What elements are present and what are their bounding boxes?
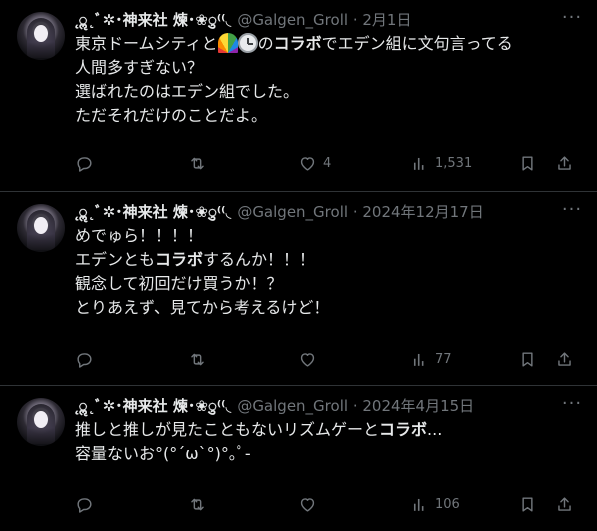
tweet[interactable]: ˛ॢ˛ﾞ✲･神来社 煉･❀ु⁽⁽◟ @Galgen_Groll · 2024年4月… <box>0 386 597 531</box>
tweet-actions: 4 1,531 <box>75 152 583 174</box>
tweet-text-bold: コラボ <box>273 34 322 53</box>
share-icon <box>558 351 571 366</box>
tweet-date[interactable]: 2月1日 <box>362 11 411 29</box>
tweet-text: 推しと推しが見たこともないリズムゲーとコラボ... 容量ないお°(°´ω`°)°… <box>75 418 583 466</box>
views-count: 1,531 <box>435 155 473 171</box>
separator: · <box>352 397 358 415</box>
reply-button[interactable] <box>75 152 100 174</box>
reply-button[interactable] <box>75 348 100 370</box>
views-icon <box>413 353 424 366</box>
bookmark-icon <box>522 351 533 367</box>
tweet-text-bold: コラボ <box>155 250 204 269</box>
handle-meta: @Galgen_Groll · 2024年4月15日 <box>237 397 474 415</box>
bookmark-button[interactable] <box>518 152 537 174</box>
tweet-body: ˛ॢ˛ﾞ✲･神来社 煉･❀ु⁽⁽◟ @Galgen_Groll · 2024年12… <box>75 200 583 320</box>
retweet-button[interactable] <box>188 152 213 174</box>
tweet-text-segment: 東京ドームシティと <box>75 34 218 53</box>
retweet-button[interactable] <box>188 493 213 515</box>
share-button[interactable] <box>555 152 574 174</box>
tweet-text: 東京ドームシティと のコラボでエデン組に文句言ってる 人間多すぎない？ 選ばれたの… <box>75 32 583 128</box>
clock-emoji-icon <box>237 33 258 53</box>
like-icon <box>300 497 315 512</box>
reply-button[interactable] <box>75 493 100 515</box>
like-count: 4 <box>323 155 332 171</box>
tweet-text-segment: の <box>257 34 274 53</box>
tweet-header: ˛ॢ˛ﾞ✲･神来社 煉･❀ु⁽⁽◟ @Galgen_Groll · 2024年12… <box>75 200 583 224</box>
tweet[interactable]: ˛ॢ˛ﾞ✲･神来社 煉･❀ु⁽⁽◟ @Galgen_Groll · 2024年12… <box>0 192 597 386</box>
tweet-actions: 77 <box>75 348 583 370</box>
views-button[interactable]: 1,531 <box>410 152 472 174</box>
tweet-actions: 106 <box>75 493 583 515</box>
tweet-date[interactable]: 2024年4月15日 <box>362 397 474 415</box>
handle[interactable]: @Galgen_Groll <box>237 11 348 29</box>
avatar[interactable] <box>17 204 65 252</box>
reply-icon <box>77 497 92 513</box>
retweet-icon <box>191 353 204 365</box>
share-button[interactable] <box>555 493 574 515</box>
views-icon <box>413 498 424 511</box>
tweet-header: ˛ॢ˛ﾞ✲･神来社 煉･❀ु⁽⁽◟ @Galgen_Groll · 2月1日 ··… <box>75 8 583 32</box>
rainbow-emoji-icon <box>217 33 238 53</box>
avatar[interactable] <box>17 12 65 60</box>
separator: · <box>352 11 358 29</box>
views-count: 106 <box>435 496 460 512</box>
views-icon <box>413 157 424 170</box>
views-count: 77 <box>435 351 452 367</box>
display-name[interactable]: ˛ॢ˛ﾞ✲･神来社 煉･❀ु⁽⁽◟ <box>75 11 231 29</box>
handle[interactable]: @Galgen_Groll <box>237 203 348 221</box>
tweet-body: ˛ॢ˛ﾞ✲･神来社 煉･❀ु⁽⁽◟ @Galgen_Groll · 2024年4月… <box>75 394 583 466</box>
tweet-date[interactable]: 2024年12月17日 <box>362 203 483 221</box>
share-icon <box>558 496 571 511</box>
tweet-text-bold: コラボ <box>379 420 428 439</box>
handle-meta: @Galgen_Groll · 2024年12月17日 <box>237 203 483 221</box>
like-button[interactable] <box>298 493 323 515</box>
bookmark-icon <box>522 155 533 171</box>
bookmark-button[interactable] <box>518 348 537 370</box>
reply-icon <box>77 156 92 172</box>
tweet-body: ˛ॢ˛ﾞ✲･神来社 煉･❀ु⁽⁽◟ @Galgen_Groll · 2月1日 ··… <box>75 8 583 128</box>
reply-icon <box>77 352 92 368</box>
display-name[interactable]: ˛ॢ˛ﾞ✲･神来社 煉･❀ु⁽⁽◟ <box>75 397 231 415</box>
bookmark-icon <box>522 496 533 512</box>
avatar[interactable] <box>17 398 65 446</box>
bookmark-button[interactable] <box>518 493 537 515</box>
timeline-feed: ˛ॢ˛ﾞ✲･神来社 煉･❀ु⁽⁽◟ @Galgen_Groll · 2月1日 ··… <box>0 0 597 531</box>
like-icon <box>300 156 315 171</box>
tweet[interactable]: ˛ॢ˛ﾞ✲･神来社 煉･❀ु⁽⁽◟ @Galgen_Groll · 2月1日 ··… <box>0 0 597 192</box>
handle[interactable]: @Galgen_Groll <box>237 397 348 415</box>
retweet-icon <box>191 157 204 169</box>
more-icon[interactable]: ··· <box>561 394 583 418</box>
views-button[interactable]: 106 <box>410 493 460 515</box>
more-icon[interactable]: ··· <box>561 200 583 224</box>
display-name[interactable]: ˛ॢ˛ﾞ✲･神来社 煉･❀ु⁽⁽◟ <box>75 203 231 221</box>
tweet-text: めでゅら！！！！ エデンともコラボするんか！！！ 観念して初回だけ買うか！？ と… <box>75 224 583 320</box>
tweet-header: ˛ॢ˛ﾞ✲･神来社 煉･❀ु⁽⁽◟ @Galgen_Groll · 2024年4月… <box>75 394 583 418</box>
retweet-icon <box>191 498 204 510</box>
tweet-text-segment: 推しと推しが見たこともないリズムゲーと <box>75 420 380 439</box>
like-button[interactable]: 4 <box>298 152 331 174</box>
separator: · <box>352 203 358 221</box>
retweet-button[interactable] <box>188 348 213 370</box>
views-button[interactable]: 77 <box>410 348 452 370</box>
share-button[interactable] <box>555 348 574 370</box>
more-icon[interactable]: ··· <box>561 8 583 32</box>
handle-meta: @Galgen_Groll · 2月1日 <box>237 11 411 29</box>
like-button[interactable] <box>298 348 323 370</box>
like-icon <box>300 352 315 367</box>
share-icon <box>558 155 571 170</box>
